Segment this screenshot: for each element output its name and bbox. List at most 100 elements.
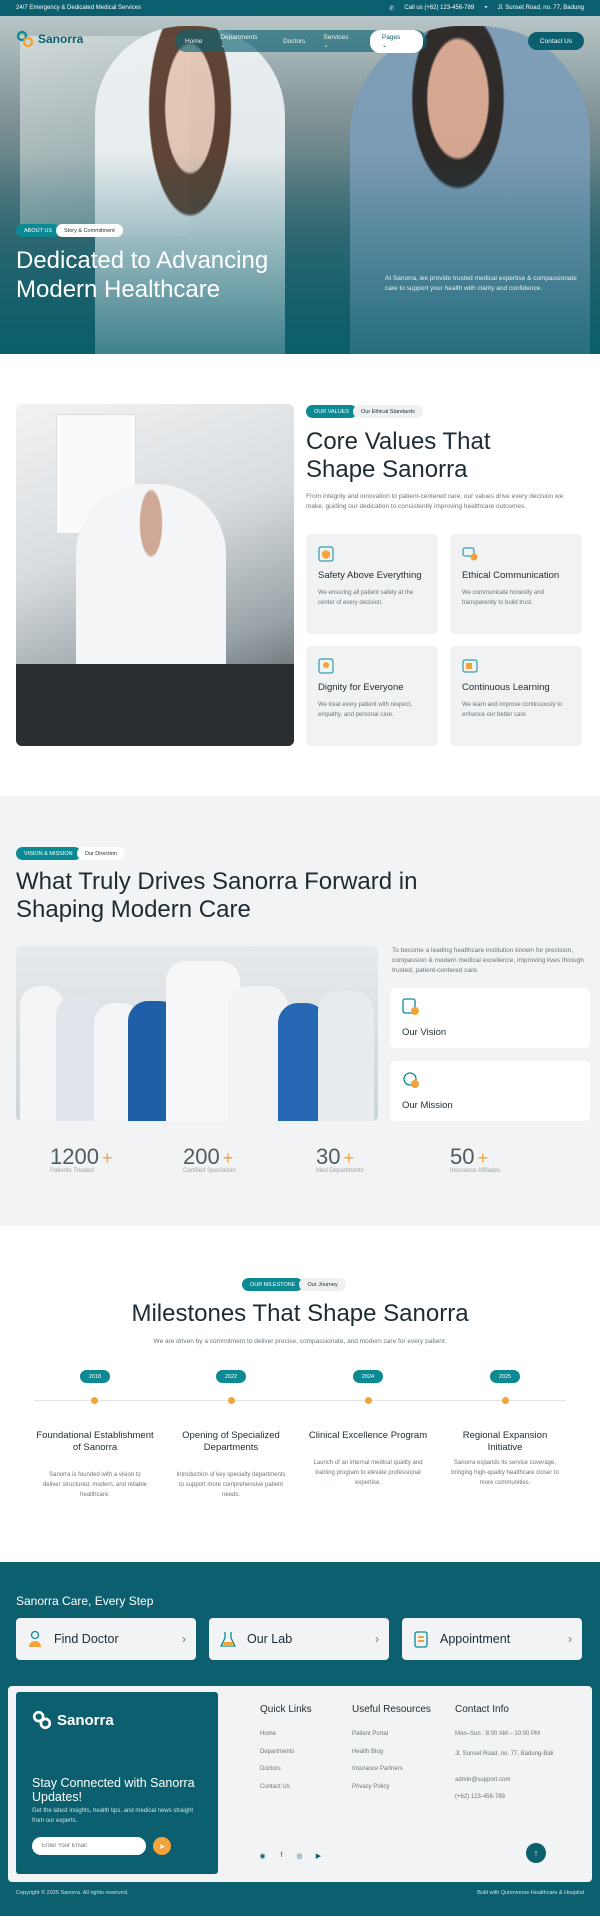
- lab-icon: [219, 1632, 237, 1647]
- timeline-dot: [502, 1397, 509, 1404]
- milestone-text: Introduction of key specialty department…: [176, 1472, 286, 1498]
- hero-title: Dedicated to Advancing Modern Healthcare: [16, 247, 269, 303]
- instagram-icon[interactable]: ◎: [295, 1851, 304, 1860]
- stat-number: 200: [183, 1144, 220, 1169]
- topbar-address: Jl. Sunset Road, no. 77, Badung: [497, 5, 584, 11]
- milestone-title: Opening of Specialized Departments: [182, 1430, 280, 1453]
- chevron-right-icon: ›: [375, 1632, 379, 1646]
- hero-tag: ABOUT US Story & Commitment: [16, 224, 123, 237]
- footer-link[interactable]: Departments: [260, 1749, 294, 1755]
- milestones-subtitle: We are driven by a commitment to deliver…: [153, 1338, 447, 1345]
- milestone-tag: OUR MILESTONE Our Journey: [242, 1278, 346, 1291]
- milestone-text: Sanorra is founded with a vision to deli…: [42, 1472, 148, 1498]
- doctor-icon: [29, 1630, 41, 1647]
- chevron-down-icon: ⌄: [220, 41, 226, 49]
- value-card: Safety Above Everything We ensuring all …: [306, 534, 438, 634]
- values-description: From integrity and innovation to patient…: [306, 493, 564, 510]
- send-icon: ➤: [158, 1841, 166, 1851]
- card-label: Find Doctor: [54, 1632, 119, 1646]
- hero-pill-sub: Story & Commitment: [56, 224, 123, 237]
- back-to-top-button[interactable]: ↑: [526, 1843, 546, 1863]
- mission-card-title: Our Mission: [402, 1100, 453, 1111]
- vision-tag: VISION & MISSION Our Direction: [16, 847, 125, 860]
- brand-name: Sanorra: [57, 1711, 114, 1729]
- mission-icon: [403, 1072, 419, 1088]
- facebook-icon[interactable]: f: [277, 1851, 286, 1860]
- stat-value: 30 +: [316, 1144, 354, 1169]
- whatsapp-icon[interactable]: ◉: [258, 1851, 267, 1860]
- stat-number: 50: [450, 1144, 475, 1169]
- opening-hours: Mon–Sun : 8:00 AM – 10:00 PM: [455, 1731, 541, 1737]
- topbar-phone[interactable]: Call us (+62) 123-456-789: [404, 5, 474, 11]
- nav-item-services[interactable]: Services ⌄: [311, 30, 369, 53]
- values-pill: OUR VALUES: [306, 405, 358, 418]
- newsletter-title: Stay Connected with Sanorra Updates!: [32, 1776, 195, 1804]
- nav-item-doctors[interactable]: Doctors: [277, 34, 311, 49]
- footer-link[interactable]: Contact Us: [260, 1784, 290, 1790]
- card-label: Appointment: [440, 1632, 511, 1646]
- logo-icon: [16, 30, 34, 48]
- stat-number: 30: [316, 1144, 341, 1169]
- vision-card-title: Our Vision: [402, 1027, 447, 1038]
- value-card: Dignity for Everyone We treat every pati…: [306, 646, 438, 746]
- topbar-tagline: 24/7 Emergency & Dedicated Medical Servi…: [16, 5, 142, 11]
- values-title: Core Values That Shape Sanorra: [306, 428, 491, 483]
- quick-links-title: Quick Links: [260, 1704, 312, 1715]
- footer-logo[interactable]: Sanorra: [32, 1710, 114, 1730]
- brand-logo[interactable]: Sanorra: [16, 30, 83, 48]
- card-label: Our Lab: [247, 1632, 293, 1646]
- contact-info-title: Contact Info: [455, 1704, 509, 1715]
- values-tag: OUR VALUES Our Ethical Standards: [306, 405, 423, 418]
- value-card: Ethical Communication We communicate hon…: [450, 534, 582, 634]
- footer-link[interactable]: Insurance Partners: [352, 1766, 403, 1772]
- values-pill-sub: Our Ethical Standards: [353, 405, 423, 418]
- contact-address: Jl. Sunset Road, no. 77, Badung-Bali: [455, 1751, 554, 1757]
- our-lab-card[interactable]: Our Lab ›: [209, 1618, 389, 1660]
- chevron-right-icon: ›: [182, 1632, 186, 1646]
- value-card-title: Ethical Communication: [462, 570, 560, 581]
- nav-item-departments[interactable]: Departments ⌄: [208, 30, 277, 53]
- value-card-title: Dignity for Everyone: [318, 682, 404, 693]
- value-card-text: We ensuring all patient safety at the ce…: [318, 590, 414, 606]
- milestone-text: Launch of an internal medical quality an…: [313, 1460, 423, 1486]
- hero-description: At Sanorra, we provide trusted medical e…: [385, 275, 577, 292]
- nav-item-pages[interactable]: Pages ⌄: [369, 29, 423, 53]
- contact-us-button[interactable]: Contact Us: [528, 32, 584, 50]
- milestone-pill-sub: Our Journey: [299, 1278, 346, 1291]
- team-photo: [16, 946, 378, 1121]
- footer-link[interactable]: Patient Portal: [352, 1731, 388, 1737]
- top-info-bar: 24/7 Emergency & Dedicated Medical Servi…: [0, 0, 600, 16]
- milestone-pill: OUR MILESTONE: [242, 1278, 304, 1291]
- newsletter-submit-button[interactable]: ➤: [153, 1837, 171, 1855]
- brand-name: Sanorra: [38, 32, 84, 46]
- year-badge: 2025: [490, 1370, 520, 1383]
- milestones-title: Milestones That Shape Sanorra: [131, 1300, 469, 1327]
- footer-link[interactable]: Doctors: [260, 1766, 281, 1772]
- value-card-text: We treat every patient with respect, emp…: [318, 702, 412, 718]
- find-doctor-card[interactable]: Find Doctor ›: [16, 1618, 196, 1660]
- value-card-text: We communicate honestly and transparentl…: [462, 590, 544, 606]
- stat-label: Certified Specialists: [183, 1168, 236, 1174]
- chevron-right-icon: ›: [568, 1632, 572, 1646]
- newsletter-email-input[interactable]: [32, 1837, 146, 1855]
- vision-pill-sub: Our Direction: [76, 847, 125, 860]
- footer-link[interactable]: Home: [260, 1731, 276, 1737]
- appointment-card[interactable]: Appointment ›: [402, 1618, 582, 1660]
- phone-icon: ✆: [389, 5, 395, 12]
- stat-label: Insurance Affiliates: [450, 1168, 501, 1174]
- year-badge: 2018: [80, 1370, 110, 1383]
- stat-number: 1200: [50, 1144, 99, 1169]
- footer-link[interactable]: Health Blog: [352, 1749, 383, 1755]
- clipboard-icon: [414, 1631, 428, 1648]
- year-badge: 2024: [353, 1370, 383, 1383]
- value-card-title: Safety Above Everything: [318, 570, 422, 581]
- stat-value: 1200 +: [50, 1144, 113, 1169]
- value-card: Continuous Learning We learn and improve…: [450, 646, 582, 746]
- arrow-up-icon: ↑: [533, 1848, 539, 1858]
- nav-item-home[interactable]: Home: [179, 34, 208, 49]
- lab-photo: [16, 404, 294, 746]
- contact-phone[interactable]: (+62) 123-456-789: [455, 1794, 505, 1800]
- youtube-icon[interactable]: ▶: [314, 1851, 323, 1860]
- contact-email[interactable]: admin@support.com: [455, 1777, 510, 1783]
- footer-link[interactable]: Privacy Policy: [352, 1784, 389, 1790]
